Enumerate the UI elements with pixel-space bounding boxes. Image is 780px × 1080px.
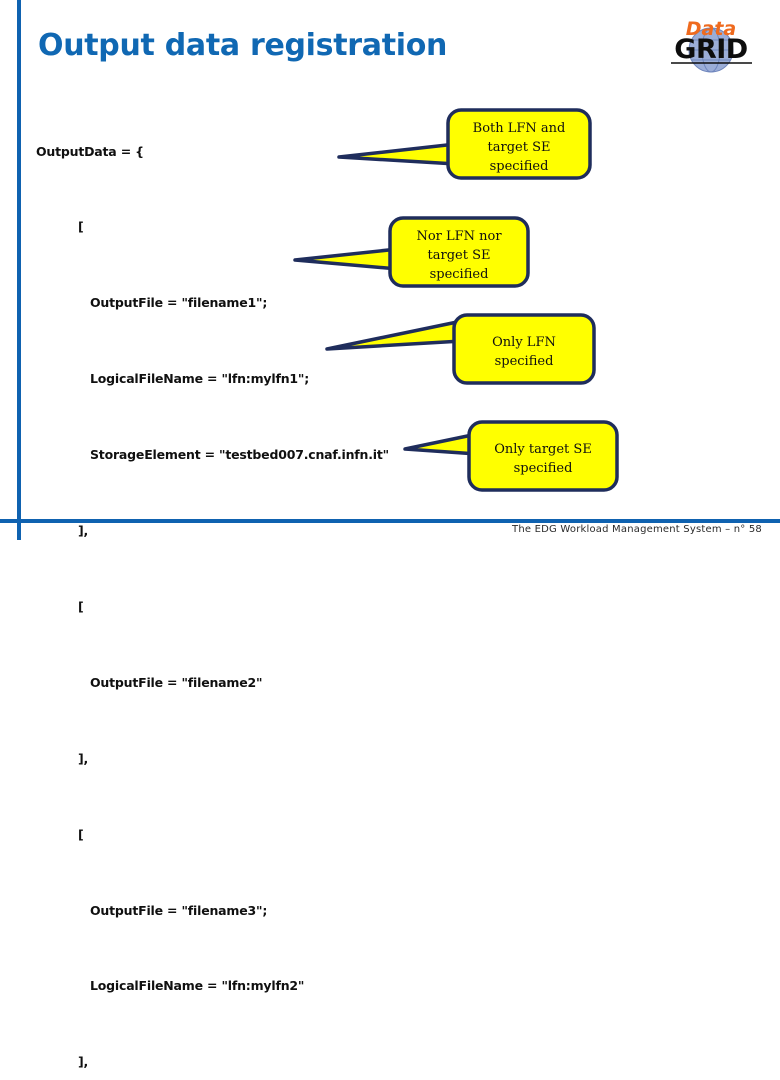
- callout-line-2: target SE: [427, 248, 491, 263]
- callout-both-lfn-and-se: Both LFN and target SE specified: [337, 108, 592, 180]
- code-line: ],: [78, 1054, 89, 1070]
- svg-text:GRID: GRID: [674, 34, 747, 65]
- code-line: OutputFile = "filename1";: [90, 295, 268, 311]
- code-line: StorageElement = "testbed007.cnaf.infn.i…: [90, 447, 389, 463]
- callout-line-1: Both LFN and: [472, 121, 566, 136]
- callout-only-target-se: Only target SE specified: [403, 420, 619, 492]
- left-accent-bar: [17, 0, 21, 540]
- page-title: Output data registration: [38, 28, 448, 63]
- callout-line-1: Only LFN: [492, 335, 556, 350]
- code-line: LogicalFileName = "lfn:mylfn2": [90, 978, 305, 994]
- callout-only-lfn: Only LFN specified: [325, 313, 596, 385]
- callout-nor-lfn-nor-se: Nor LFN nor target SE specified: [293, 216, 530, 288]
- code-line: [: [78, 826, 84, 842]
- callout-line-2: specified: [513, 461, 573, 476]
- callout-line-2: target SE: [487, 140, 551, 155]
- datagrid-logo-icon: Data GRID: [671, 18, 752, 73]
- code-line: ],: [78, 750, 89, 766]
- code-line: OutputFile = "filename2": [90, 674, 263, 690]
- code-line: OutputFile = "filename3";: [90, 902, 268, 918]
- callout-line-3: specified: [429, 267, 489, 282]
- callout-line-2: specified: [494, 354, 554, 369]
- code-line: [: [78, 598, 84, 614]
- callout-line-1: Only target SE: [494, 442, 592, 457]
- code-line: LogicalFileName = "lfn:mylfn1";: [90, 371, 310, 387]
- slide-canvas: Output data registration Data GRID Outpu…: [0, 0, 780, 1069]
- datagrid-logo: Data GRID: [655, 12, 767, 74]
- footer-text: The EDG Workload Management System – n° …: [512, 524, 762, 535]
- callout-line-1: Nor LFN nor: [416, 229, 502, 244]
- callout-line-3: specified: [489, 159, 549, 174]
